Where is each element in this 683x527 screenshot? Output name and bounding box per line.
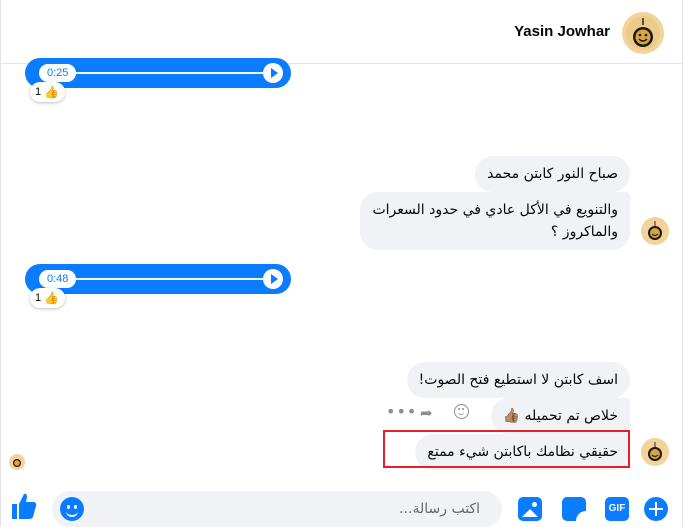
seen-avatar-icon	[9, 454, 25, 470]
message-text: صباح النور كابتن محمد	[487, 166, 618, 182]
like-icon[interactable]	[9, 491, 37, 521]
contact-avatar-icon[interactable]	[622, 12, 664, 54]
message-bubble[interactable]: صباح النور كابتن محمد	[475, 156, 630, 192]
reaction-count: 1	[35, 292, 42, 304]
sticker-icon[interactable]	[562, 497, 586, 521]
reaction-badge[interactable]: 1 👍	[30, 288, 66, 308]
thumbs-up-icon: 👍	[44, 85, 60, 99]
message-bubble[interactable]: خلاص تم تحميله 👍🏽	[490, 398, 630, 434]
highlight-box	[383, 430, 630, 468]
message-text-line: والماكروز ؟	[550, 224, 618, 240]
audio-duration: 0:48	[39, 270, 77, 288]
message-text-line: والتنويع في الأكل عادي في حدود السعرات	[372, 202, 618, 218]
more-icon[interactable]: •••	[386, 402, 417, 421]
message-text: خلاص تم تحميله	[524, 408, 618, 424]
message-composer: GIF	[1, 487, 682, 527]
reply-icon[interactable]: ➦	[420, 404, 433, 422]
photo-icon[interactable]	[518, 497, 542, 521]
chat-header: Yasin Jowhar	[1, 0, 682, 64]
sender-avatar-icon[interactable]	[641, 217, 669, 245]
reaction-badge[interactable]: 1 👍	[30, 82, 66, 102]
audio-message[interactable]: 0:48	[25, 264, 291, 294]
emoji-icon[interactable]	[60, 497, 84, 521]
message-input[interactable]	[92, 491, 492, 527]
message-actions: ••• ➦	[384, 402, 479, 424]
chat-window: Yasin Jowhar 0:25 1 👍 صباح النور كابتن م…	[0, 0, 683, 527]
gif-icon[interactable]: GIF	[605, 497, 629, 521]
thumbs-up-emoji: 👍🏽	[502, 408, 521, 424]
add-icon[interactable]	[644, 497, 668, 521]
contact-name[interactable]: Yasin Jowhar	[514, 23, 610, 40]
audio-message[interactable]: 0:25	[25, 58, 291, 88]
thumbs-up-icon: 👍	[44, 291, 60, 305]
audio-duration: 0:25	[39, 64, 77, 82]
message-text: اسف كابتن لا استطيع فتح الصوت!	[418, 372, 618, 388]
play-icon[interactable]	[263, 63, 283, 83]
sender-avatar-icon[interactable]	[641, 438, 669, 466]
message-bubble[interactable]: اسف كابتن لا استطيع فتح الصوت!	[406, 362, 630, 398]
message-bubble[interactable]: والتنويع في الأكل عادي في حدود السعرات و…	[360, 192, 630, 250]
reaction-count: 1	[35, 86, 42, 98]
react-icon[interactable]	[454, 404, 469, 419]
play-icon[interactable]	[263, 269, 283, 289]
message-input-wrapper[interactable]	[52, 491, 502, 527]
